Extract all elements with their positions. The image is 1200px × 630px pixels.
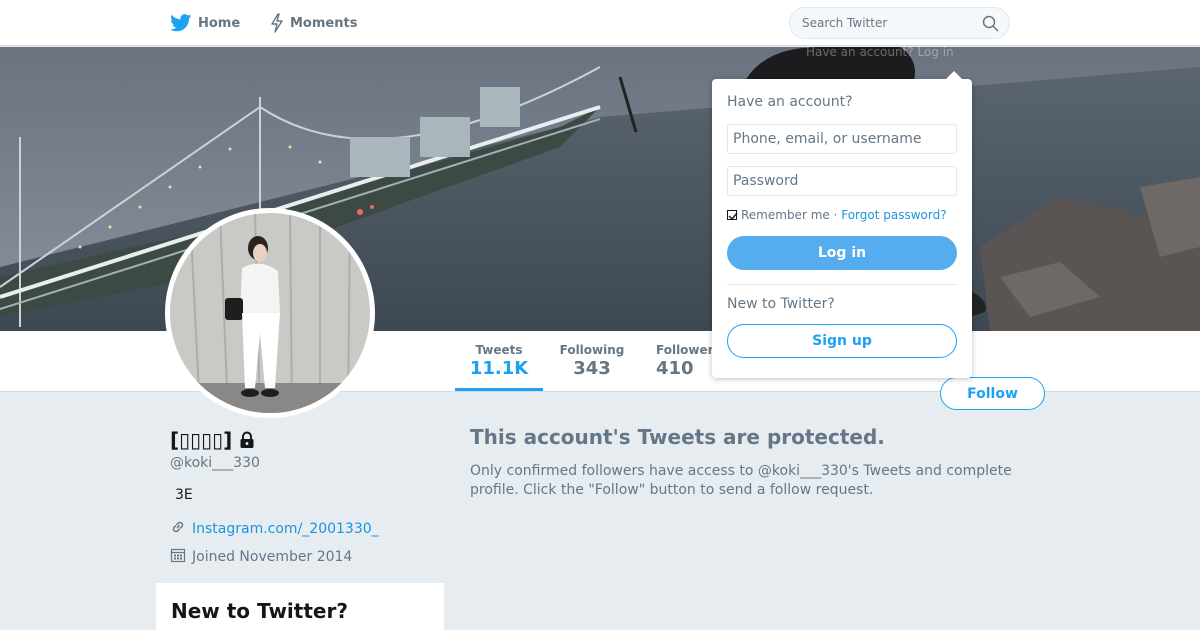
profile-joined-row: Joined November 2014 [170, 547, 352, 567]
stat-following-label: Following [559, 343, 625, 357]
login-heading: Have an account? [727, 94, 853, 110]
stat-following[interactable]: Following 343 [552, 331, 632, 391]
stat-followers-value: 410 [656, 358, 694, 379]
lock-icon [238, 431, 256, 449]
password-field[interactable] [727, 166, 957, 196]
login-link-text[interactable]: Have an account? Log in [806, 45, 954, 59]
profile-joined-text: Joined November 2014 [192, 549, 353, 565]
signup-card-title: New to Twitter? [171, 599, 348, 623]
stat-tweets[interactable]: Tweets 11.1K [455, 331, 543, 391]
link-icon [170, 519, 186, 539]
login-dropdown: Have an account? Remember me · Forgot pa… [712, 71, 972, 378]
stat-tweets-value: 11.1K [469, 358, 529, 379]
new-to-twitter-heading: New to Twitter? [727, 296, 835, 312]
separator-dot: · [829, 208, 842, 222]
nav-moments[interactable]: Moments [270, 0, 357, 46]
profile-link[interactable]: Instagram.com/_2001330_ [192, 521, 379, 537]
dropdown-caret [946, 71, 962, 79]
protected-text: Only confirmed followers have access to … [470, 463, 1012, 498]
top-nav-bar: Home Moments [0, 0, 1200, 46]
login-button[interactable]: Log in [727, 236, 957, 270]
nav-moments-label: Moments [290, 15, 358, 31]
stat-following-value: 343 [573, 358, 611, 379]
profile-bio: 3E [175, 487, 193, 503]
signup-card: New to Twitter? [156, 583, 444, 630]
divider [727, 284, 957, 285]
signup-button[interactable]: Sign up [727, 324, 957, 358]
nav-home-label: Home [198, 15, 241, 31]
protected-title: This account's Tweets are protected. [470, 425, 885, 449]
follow-button[interactable]: Follow [940, 377, 1045, 410]
calendar-icon [170, 547, 186, 567]
username-field[interactable] [727, 124, 957, 154]
remember-row: Remember me · Forgot password? [727, 208, 947, 222]
lightning-icon [270, 13, 284, 33]
stat-followers[interactable]: Followers 410 [650, 331, 720, 391]
profile-link-row: Instagram.com/_2001330_ [170, 519, 379, 539]
remember-checkbox[interactable] [727, 210, 738, 221]
avatar[interactable] [165, 208, 375, 418]
twitter-bird-icon [170, 14, 192, 32]
forgot-password-link[interactable]: Forgot password? [841, 208, 946, 222]
search-input[interactable] [802, 8, 972, 38]
remember-label[interactable]: Remember me [741, 208, 830, 222]
profile-name: [▯▯▯▯] [170, 428, 256, 452]
profile-handle: @koki___330 [170, 455, 260, 471]
search-icon[interactable] [982, 15, 999, 36]
stat-tweets-label: Tweets [475, 343, 523, 357]
search-box [789, 7, 1010, 39]
stat-followers-label: Followers [656, 343, 720, 357]
profile-name-text: [▯▯▯▯] [170, 428, 233, 452]
nav-home[interactable]: Home [170, 0, 240, 46]
